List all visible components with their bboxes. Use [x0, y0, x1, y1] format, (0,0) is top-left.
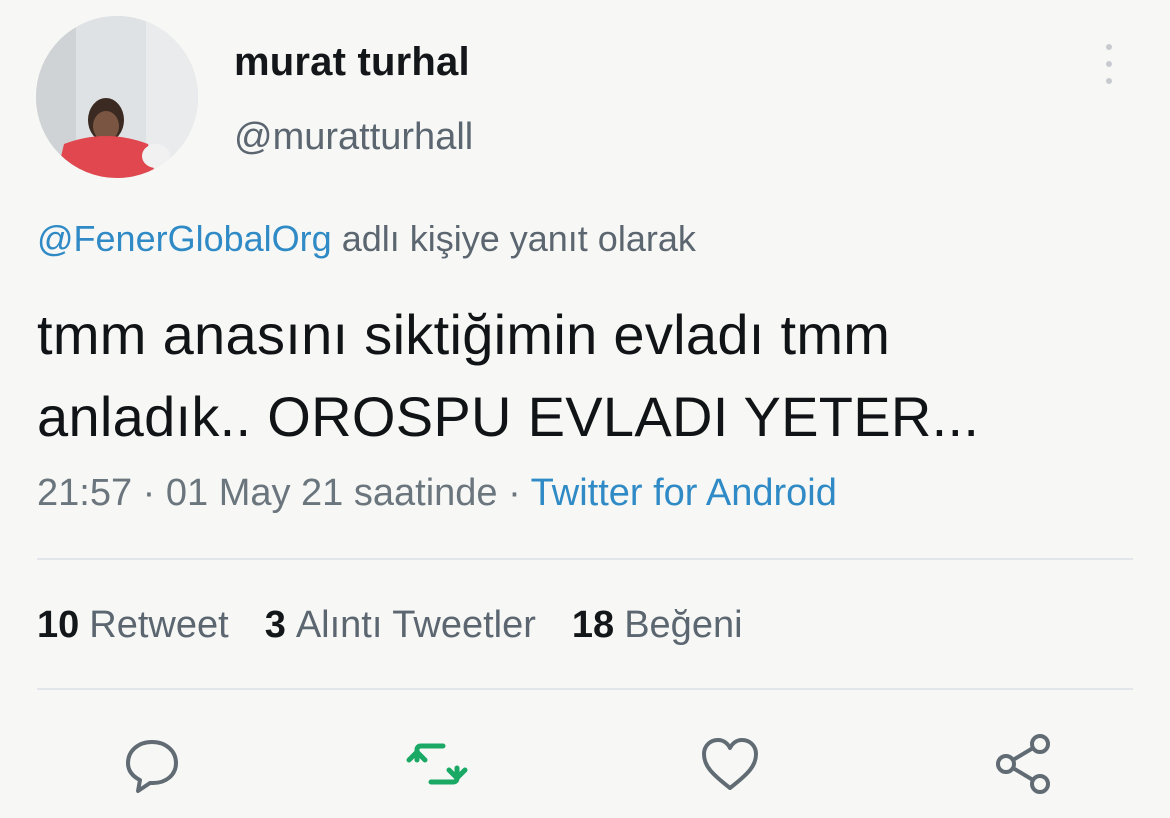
tweet-source-link[interactable]: Twitter for Android	[531, 472, 837, 514]
tweet-text-line: tmm anasını siktiğimin evladı tmm	[37, 303, 891, 366]
reply-context-text: adlı kişiye yanıt olarak	[341, 218, 696, 259]
retweets-count: 10	[37, 604, 80, 646]
tweet-actions	[0, 732, 1170, 802]
tweet-stats: 10 Retweet 3 Alıntı Tweetler 18 Beğeni	[37, 604, 743, 647]
user-handle[interactable]: @muratturhall	[234, 116, 473, 159]
tweet-date[interactable]: 01 May 21 saatinde	[166, 472, 498, 514]
share-icon	[996, 734, 1050, 794]
avatar[interactable]	[36, 16, 198, 178]
quotes-stat[interactable]: 3 Alıntı Tweetler	[265, 604, 536, 647]
likes-label: Beğeni	[624, 604, 743, 646]
like-button[interactable]	[698, 732, 762, 796]
meta-separator: ·	[508, 472, 521, 514]
share-button[interactable]	[992, 732, 1056, 796]
reply-icon	[126, 740, 178, 793]
reply-context: @FenerGlobalOrg adlı kişiye yanıt olarak	[37, 218, 696, 260]
quotes-count: 3	[264, 604, 286, 646]
avatar-photo	[36, 16, 198, 178]
tweet-detail: murat turhal @muratturhall @FenerGlobalO…	[0, 0, 1170, 818]
meta-separator: ·	[142, 472, 156, 514]
likes-stat[interactable]: 18 Beğeni	[572, 604, 743, 647]
reply-button[interactable]	[120, 732, 184, 796]
retweet-button[interactable]	[405, 732, 469, 796]
divider	[37, 688, 1133, 690]
tweet-meta: 21:57 · 01 May 21 saatinde · Twitter for…	[37, 472, 837, 515]
retweets-stat[interactable]: 10 Retweet	[37, 604, 229, 647]
reply-mention-link[interactable]: @FenerGlobalOrg	[37, 218, 332, 259]
heart-icon	[702, 738, 758, 790]
tweet-text-line: anladık.. OROSPU EVLADI YETER...	[37, 385, 980, 448]
tweet-time[interactable]: 21:57	[37, 472, 132, 514]
retweet-icon	[406, 743, 468, 785]
divider	[37, 558, 1133, 560]
quotes-label: Alıntı Tweetler	[295, 604, 536, 646]
likes-count: 18	[571, 604, 615, 646]
retweets-label: Retweet	[89, 604, 229, 646]
more-vertical-icon[interactable]	[1094, 44, 1124, 84]
display-name[interactable]: murat turhal	[234, 40, 470, 85]
tweet-text: tmm anasını siktiğimin evladı tmm anladı…	[37, 294, 1137, 458]
